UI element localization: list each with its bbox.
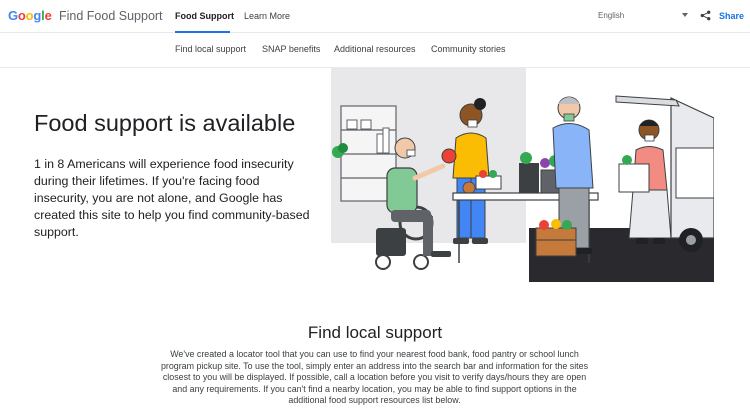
nav-learn-more[interactable]: Learn More bbox=[244, 11, 290, 21]
top-app-bar: Google Find Food Support Food Support Le… bbox=[0, 0, 750, 33]
share-icon[interactable] bbox=[700, 10, 711, 21]
subnav-additional-resources[interactable]: Additional resources bbox=[334, 44, 416, 54]
chevron-down-icon[interactable] bbox=[682, 13, 688, 17]
site-title[interactable]: Find Food Support bbox=[59, 9, 163, 23]
language-select[interactable]: English bbox=[598, 11, 624, 20]
logo-letter: G bbox=[8, 8, 18, 23]
section-nav: Find local support SNAP benefits Additio… bbox=[0, 33, 750, 68]
find-local-support-heading: Find local support bbox=[307, 323, 443, 342]
food-support-illustration bbox=[331, 68, 714, 282]
find-local-support-body: We've created a locator tool that you ca… bbox=[160, 349, 589, 406]
logo-letter: g bbox=[33, 8, 42, 23]
nav-food-support[interactable]: Food Support bbox=[175, 11, 234, 21]
google-logo[interactable]: Google bbox=[8, 8, 52, 23]
hero-title: Food support is available bbox=[34, 110, 296, 136]
subnav-community-stories[interactable]: Community stories bbox=[431, 44, 506, 54]
logo-letter: o bbox=[25, 8, 34, 23]
share-button[interactable]: Share bbox=[719, 11, 744, 21]
hero-body: 1 in 8 Americans will experience food in… bbox=[34, 157, 310, 239]
logo-letter: o bbox=[17, 8, 26, 23]
logo-letter: e bbox=[44, 8, 52, 23]
subnav-find-local-support[interactable]: Find local support bbox=[175, 44, 246, 54]
subnav-snap-benefits[interactable]: SNAP benefits bbox=[262, 44, 320, 54]
